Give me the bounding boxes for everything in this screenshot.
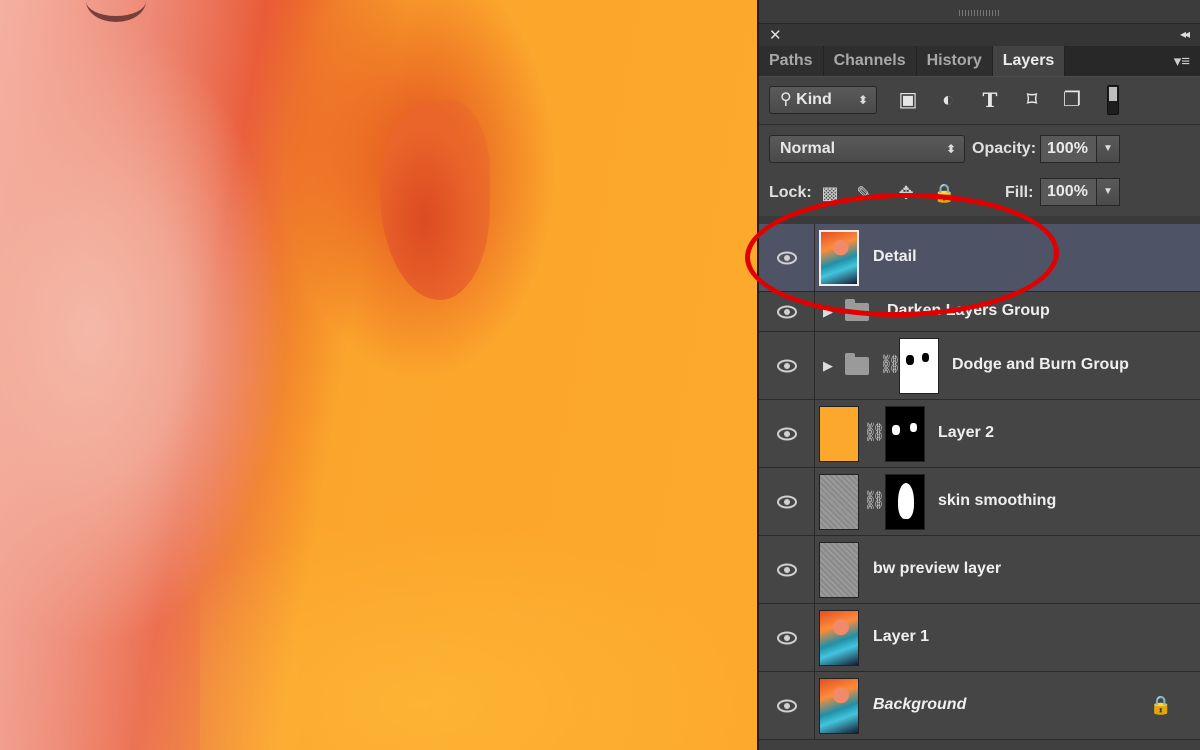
layer-row-bw-preview-layer[interactable]: bw preview layer	[759, 536, 1200, 604]
type-filter-icon[interactable]: T	[977, 87, 1003, 113]
ear-shape	[380, 100, 490, 300]
layer-name: skin smoothing	[938, 491, 1057, 509]
layer-name: Background	[873, 695, 967, 713]
adjustment-filter-icon[interactable]: ◐	[935, 87, 961, 113]
mask-spot	[892, 424, 900, 435]
eye-icon	[777, 305, 797, 318]
lock-image-icon[interactable]: ✎	[853, 182, 875, 204]
tab-history[interactable]: History	[916, 46, 993, 76]
layer-thumbnail	[819, 473, 859, 530]
panel-grip[interactable]	[759, 0, 1200, 24]
visibility-toggle[interactable]	[759, 468, 815, 535]
eye-icon	[777, 427, 797, 440]
lock-bar: Lock: ▩ ✎ ✥ 🔒 Fill: 100% ▼	[759, 172, 1200, 216]
opacity-label: Opacity:	[972, 140, 1037, 157]
background-glow	[200, 520, 757, 750]
lock-position-icon[interactable]: ✥	[895, 182, 917, 204]
pixel-layer-filter-icon[interactable]: ▣	[895, 87, 921, 113]
visibility-toggle[interactable]	[759, 536, 815, 603]
eye-icon	[777, 563, 797, 576]
filter-toolbar: ⚲ Kind ⬍ ▣ ◐ T ⌑ ❐	[759, 76, 1200, 124]
visibility-toggle[interactable]	[759, 224, 815, 291]
layer-row-layer-1[interactable]: Layer 1	[759, 604, 1200, 672]
eye-icon	[777, 631, 797, 644]
layer-mask-thumbnail[interactable]	[885, 473, 925, 530]
expand-arrow-icon[interactable]: ▶	[823, 304, 833, 320]
eye-icon	[777, 251, 797, 264]
tab-layers[interactable]: Layers	[992, 46, 1066, 76]
visibility-toggle[interactable]	[759, 332, 815, 399]
filter-kind-label: Kind	[796, 91, 832, 108]
updown-arrows-icon: ⬍	[857, 93, 868, 107]
layer-row-dodge-and-burn-group[interactable]: ▶ ⛓ Dodge and Burn Group	[759, 332, 1200, 400]
layers-panel: ✕ ◂◂ Paths Channels History Layers ▾≡ ⚲ …	[757, 0, 1200, 750]
filter-kind-select[interactable]: ⚲ Kind ⬍	[769, 86, 877, 114]
mask-spot	[910, 422, 917, 432]
magnifier-icon: ⚲	[780, 91, 792, 108]
visibility-toggle[interactable]	[759, 672, 815, 739]
padlock-icon: 🔒	[1149, 694, 1172, 715]
blend-bar: Normal ⬍ Opacity: 100% ▼	[759, 124, 1200, 172]
tab-channels[interactable]: Channels	[823, 46, 917, 76]
layer-row-detail[interactable]: Detail	[759, 224, 1200, 292]
opacity-dropdown-button[interactable]: ▼	[1096, 135, 1120, 163]
layer-thumbnail	[819, 609, 859, 666]
layers-list: Detail ▶ Darken Layers Group ▶ ⛓ Dodge a…	[759, 224, 1200, 750]
mask-face-shape	[898, 482, 914, 519]
panel-menu-icon[interactable]: ▾≡	[1174, 52, 1190, 70]
visibility-toggle[interactable]	[759, 604, 815, 671]
lock-label: Lock:	[769, 184, 812, 201]
layer-row-darken-layers-group[interactable]: ▶ Darken Layers Group	[759, 292, 1200, 332]
eye-icon	[777, 359, 797, 372]
layer-thumbnail	[819, 405, 859, 462]
fill-label: Fill:	[1005, 184, 1034, 201]
updown-arrows-icon: ⬍	[945, 142, 956, 156]
folder-icon	[845, 352, 869, 375]
layer-row-layer-2[interactable]: ⛓ Layer 2	[759, 400, 1200, 468]
smart-object-filter-icon[interactable]: ❐	[1059, 87, 1085, 113]
layer-row-skin-smoothing[interactable]: ⛓ skin smoothing	[759, 468, 1200, 536]
filter-toggle[interactable]	[1107, 85, 1119, 115]
layer-name: Darken Layers Group	[887, 301, 1050, 319]
expand-arrow-icon[interactable]: ▶	[823, 358, 833, 374]
layer-mask-thumbnail[interactable]	[899, 337, 939, 394]
visibility-toggle[interactable]	[759, 400, 815, 467]
eye-icon	[777, 699, 797, 712]
link-chain-icon[interactable]: ⛓	[863, 422, 886, 443]
layer-name: Detail	[873, 247, 917, 265]
layer-thumbnail	[819, 229, 859, 286]
mask-spot	[906, 354, 914, 365]
panel-tabs: Paths Channels History Layers ▾≡	[759, 46, 1200, 76]
fill-dropdown-button[interactable]: ▼	[1096, 178, 1120, 206]
visibility-toggle[interactable]	[759, 292, 815, 331]
close-icon[interactable]: ✕	[769, 26, 782, 44]
collapse-icon[interactable]: ◂◂	[1180, 27, 1190, 41]
layer-thumbnail	[819, 677, 859, 734]
document-canvas[interactable]	[0, 0, 757, 750]
layer-name: Layer 1	[873, 627, 930, 645]
layer-name: Layer 2	[938, 423, 995, 441]
panel-titlebar: ✕ ◂◂	[759, 24, 1200, 46]
layer-name: Dodge and Burn Group	[952, 355, 1129, 373]
blend-mode-value: Normal	[780, 140, 836, 157]
link-chain-icon[interactable]: ⛓	[863, 490, 886, 511]
folder-icon	[845, 298, 869, 321]
tab-paths[interactable]: Paths	[759, 46, 824, 76]
eye-icon	[777, 495, 797, 508]
lock-transparent-icon[interactable]: ▩	[819, 182, 841, 204]
layer-name: bw preview layer	[873, 559, 1002, 577]
shape-filter-icon[interactable]: ⌑	[1019, 87, 1045, 113]
layer-thumbnail	[819, 541, 859, 598]
grip-handle-icon[interactable]	[959, 10, 999, 16]
blend-mode-select[interactable]: Normal ⬍	[769, 135, 965, 163]
mask-spot	[922, 352, 929, 362]
layer-row-background[interactable]: Background 🔒	[759, 672, 1200, 740]
layer-mask-thumbnail[interactable]	[885, 405, 925, 462]
lock-all-icon[interactable]: 🔒	[933, 182, 955, 204]
